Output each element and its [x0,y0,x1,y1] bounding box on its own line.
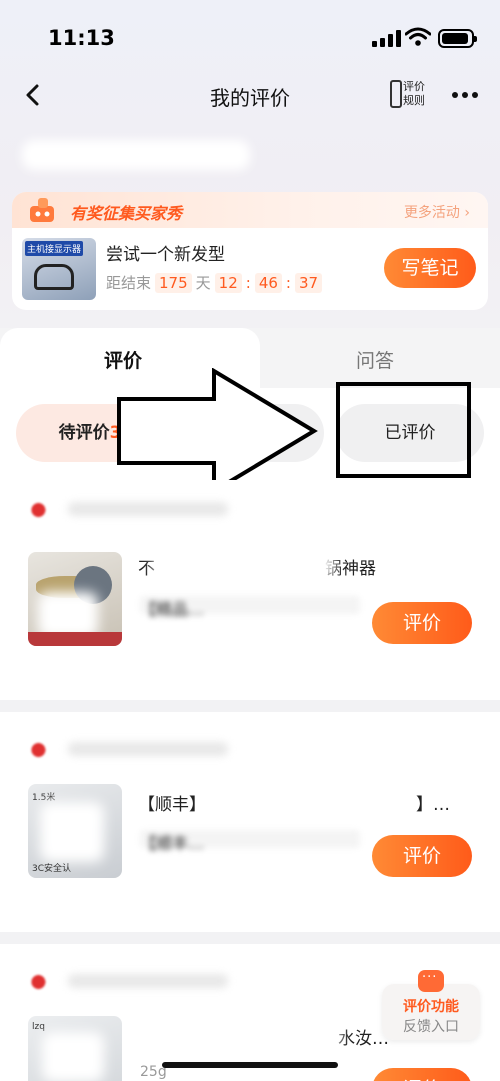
title-redaction [154,552,334,578]
product-spec: 【精品… [140,596,360,619]
chat-bubble-icon [418,970,444,992]
shop-logo [28,970,54,994]
promo-title: 有奖征集买家秀 [70,204,183,223]
shop-name-redacted [68,974,228,988]
title-redaction [150,1022,340,1048]
shop-logo [28,498,54,522]
thumbnail-caption: 主机接显示器 [25,241,84,256]
card-divider [0,932,500,944]
write-note-button[interactable]: 写笔记 [384,248,476,288]
title-redaction [206,788,386,814]
nav-bar: 我的评价 评价规则 [0,70,500,120]
promo-thumbnail: 主机接显示器 [22,238,96,300]
shop-logo [28,738,54,762]
feedback-label-line1: 评价功能 [403,999,459,1015]
promo-topic: 尝试一个新发型 [106,245,225,265]
product-image[interactable]: 1.5米 3C安全认 [28,784,122,878]
product-image-label-top: lzq [32,1022,45,1032]
product-image-label-bottom: 3C安全认 [32,864,72,874]
review-button[interactable]: 评价 [372,602,472,644]
promo-card[interactable]: 有奖征集买家秀 更多活动 › 主机接显示器 尝试一个新发型 距结束 175 天 … [12,192,488,310]
rules-icon [390,80,402,108]
review-button[interactable]: 评价 [372,835,472,877]
tab-qa[interactable]: 问答 [356,346,394,373]
battery-icon [438,29,477,48]
product-title-start: 不 [138,559,155,579]
product-title-start: 【顺丰】 [138,795,206,815]
countdown-seconds: 37 [294,272,323,293]
countdown-days: 175 [155,272,192,293]
home-indicator[interactable] [162,1062,338,1068]
wifi-icon [405,27,431,46]
shop-name-redacted [68,502,228,516]
signal-icon [372,30,402,47]
gift-icon [30,198,54,222]
countdown: 距结束 175 天 12 : 46 : 37 [106,272,323,293]
rules-label: 评价规则 [403,80,425,107]
order-card: 不锅神器 【精品… 评价 [0,480,500,700]
order-card: 1.5米 3C安全认 【顺丰】 】… 【顺丰… 评价 [0,712,500,932]
status-bar: 11:13 [0,0,500,70]
cable-image [34,264,74,290]
countdown-prefix: 距结束 [106,274,152,292]
annotation-highlight-box [336,382,471,478]
user-info-redacted [22,140,250,170]
countdown-separator: : [285,273,291,292]
product-image[interactable]: lzq [28,1016,122,1081]
promo-header: 有奖征集买家秀 更多活动 › [12,192,488,228]
review-rules-button[interactable]: 评价规则 [390,78,430,112]
review-button[interactable]: 评价 [372,1068,472,1081]
countdown-days-unit: 天 [195,274,211,292]
status-time: 11:13 [48,26,115,50]
filter-pending-label: 待评价 [58,423,110,443]
more-activities-link[interactable]: 更多活动 › [404,202,470,222]
product-spec: 【顺丰… [140,830,360,853]
feedback-entry-button[interactable]: 评价功能 反馈入口 [382,970,480,1040]
more-icon[interactable] [452,82,482,106]
feedback-label-line2: 反馈入口 [403,1019,459,1035]
shop-name-redacted [68,742,228,756]
annotation-arrow [117,368,318,494]
countdown-minutes: 46 [254,272,282,293]
product-title-end: 】… [416,795,450,815]
product-image[interactable] [28,552,122,646]
countdown-separator: : [245,273,251,292]
card-divider [0,700,500,712]
countdown-hours: 12 [214,272,242,293]
